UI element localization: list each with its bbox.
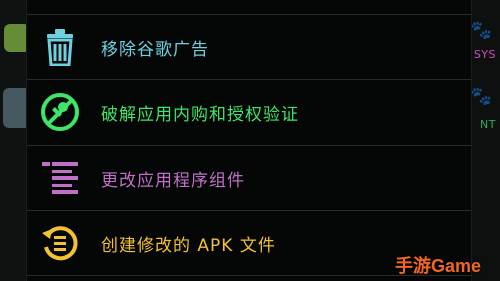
background-label-nt: NT (480, 118, 496, 131)
watermark: 手游Game (395, 256, 482, 276)
background-app-list-right (468, 0, 500, 281)
menu-item-label: 破解应用内购和授权验证 (101, 104, 299, 125)
menu-item-crack-iap[interactable]: 破解应用内购和授权验证 (27, 80, 471, 144)
paw-icon: 🐾 (469, 86, 492, 107)
no-key-icon (39, 91, 81, 133)
menu-item-label: 创建修改的 APK 文件 (101, 235, 276, 256)
apk-history-icon (39, 222, 81, 264)
options-menu: 移除谷歌广告 破解应用内购和授权验证 更改应用程序组件 创建修改的 APK 文件 (26, 0, 472, 281)
paw-icon: 🐾 (469, 20, 492, 41)
menu-item-change-components[interactable]: 更改应用程序组件 (27, 146, 471, 210)
menu-item-label: 更改应用程序组件 (101, 170, 245, 191)
component-list-icon (39, 157, 81, 199)
menu-item-remove-ads[interactable]: 移除谷歌广告 (27, 15, 471, 79)
trash-icon (39, 26, 81, 68)
background-label-sys: SYS (473, 48, 496, 61)
menu-item-label: 移除谷歌广告 (101, 39, 209, 60)
